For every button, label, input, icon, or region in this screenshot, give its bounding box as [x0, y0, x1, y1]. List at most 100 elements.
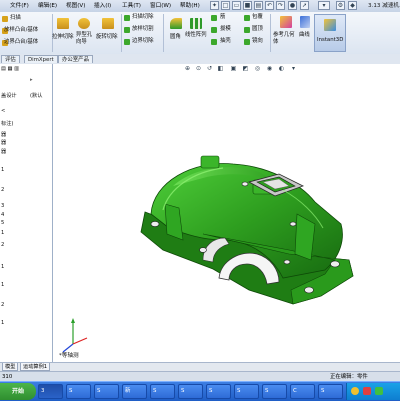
tree-item[interactable]: 器 — [1, 131, 6, 138]
ribbon-separator — [121, 14, 122, 52]
fillet-button[interactable]: 圆角 — [170, 34, 181, 41]
menu-window[interactable]: 窗口(W) — [148, 1, 173, 11]
sweep-cut-button[interactable]: 扫描切除 — [132, 14, 154, 21]
menu-tools[interactable]: 工具(T) — [120, 1, 143, 11]
revolve-cut-button[interactable]: 旋转切除 — [96, 34, 118, 41]
shell-button[interactable]: 抽壳 — [220, 38, 231, 45]
tree-item[interactable]: 标注) — [1, 120, 13, 127]
shell-icon — [211, 39, 217, 45]
linear-pattern-icon[interactable] — [190, 18, 202, 29]
sweep-button[interactable]: 扫描 — [10, 15, 21, 22]
tree-item[interactable]: 1 — [1, 320, 4, 326]
mirror-button[interactable]: 镜向 — [252, 38, 263, 45]
menu-help[interactable]: 帮助(H) — [178, 1, 202, 11]
tree-item[interactable]: 5 — [1, 220, 4, 226]
tree-item[interactable]: 1 — [1, 264, 4, 270]
extrude-cut-icon[interactable] — [57, 18, 69, 29]
print-icon[interactable]: ▤ — [254, 1, 263, 10]
tree-item[interactable]: 2 — [1, 242, 4, 248]
dome-button[interactable]: 圆顶 — [252, 26, 263, 33]
tree-item[interactable]: 4 — [1, 212, 4, 218]
feature-tree-tools[interactable]: ▤ ▦ ▥ — [1, 66, 19, 72]
extrude-cut-button[interactable]: 拉伸切除 — [52, 34, 74, 41]
loft-boss-button[interactable]: 放样凸台/基体 — [4, 27, 38, 34]
pin-icon[interactable]: ✦ — [210, 1, 219, 10]
rib-icon — [211, 15, 217, 21]
tab-motion-study[interactable]: 运动算例1 — [20, 363, 51, 371]
redo-icon[interactable]: ↷ — [276, 1, 285, 10]
tray-icon[interactable] — [363, 387, 371, 395]
tree-item[interactable]: 2 — [1, 302, 4, 308]
save-icon[interactable]: ■ — [243, 1, 252, 10]
menu-insert[interactable]: 插入(I) — [92, 1, 113, 11]
menu-edit[interactable]: 编辑(E) — [36, 1, 59, 11]
linear-pattern-button[interactable]: 线性阵列 — [185, 32, 207, 39]
taskbar-item[interactable]: S — [318, 384, 343, 399]
windows-taskbar: 开始 3 S S 新 S S S S S C S — [0, 381, 400, 401]
instant3d-button[interactable]: Instant3D — [314, 14, 346, 52]
taskbar-item[interactable]: S — [206, 384, 231, 399]
reference-geometry-icon[interactable] — [280, 16, 292, 28]
taskbar-item[interactable]: 3 — [38, 384, 63, 399]
system-tray — [346, 383, 400, 400]
new-document-icon[interactable]: □ — [221, 1, 230, 10]
select-arrow-icon[interactable]: ➚ — [300, 1, 309, 10]
loft-cut-icon — [124, 27, 130, 33]
tree-item[interactable]: 1 — [1, 230, 4, 236]
status-left: 310 — [2, 374, 13, 380]
rebuild-icon[interactable]: ● — [288, 1, 297, 10]
tree-item[interactable]: 1 — [1, 282, 4, 288]
loft-cut-button[interactable]: 放样切割 — [132, 26, 154, 33]
undo-icon[interactable]: ↶ — [265, 1, 274, 10]
curves-button[interactable]: 曲线 — [299, 32, 310, 39]
tray-icon[interactable] — [351, 387, 359, 395]
curves-icon[interactable] — [300, 16, 310, 28]
taskbar-item[interactable]: C — [290, 384, 315, 399]
tab-model[interactable]: 模型 — [2, 363, 19, 371]
view-orientation-label: *等轴测 — [59, 353, 79, 359]
taskbar-item[interactable]: S — [66, 384, 91, 399]
options-dropdown-icon[interactable]: ▾ — [318, 1, 330, 10]
tree-item[interactable]: 3 — [1, 203, 4, 209]
taskbar-item[interactable]: S — [178, 384, 203, 399]
tab-office-products[interactable]: 办公室产品 — [58, 55, 93, 63]
tree-item[interactable]: 1 — [1, 167, 4, 173]
hole-wizard-button[interactable]: 异型孔向导 — [76, 32, 96, 46]
reference-geometry-button[interactable]: 参考几何体 — [273, 32, 297, 46]
tree-item[interactable]: 2 — [1, 187, 4, 193]
tree-item[interactable]: < — [1, 108, 5, 114]
boundary-boss-button[interactable]: 边界凸台/基体 — [4, 39, 38, 46]
part-name[interactable]: 盖设计 — [1, 92, 17, 99]
open-folder-icon[interactable]: ▭ — [232, 1, 241, 10]
boundary-cut-button[interactable]: 边界切除 — [132, 38, 154, 45]
wrap-button[interactable]: 包覆 — [252, 14, 263, 21]
instant3d-label: Instant3D — [317, 37, 344, 43]
draft-button[interactable]: 拔模 — [220, 26, 231, 33]
orientation-triad — [62, 318, 88, 353]
status-editing: 正在编辑：零件 — [330, 374, 368, 380]
hole-wizard-icon[interactable] — [78, 18, 90, 29]
gearbox-cover-model[interactable] — [53, 64, 400, 370]
dome-icon — [244, 27, 250, 33]
tab-evaluate[interactable]: 评估 — [1, 55, 20, 63]
taskbar-item[interactable]: S — [94, 384, 119, 399]
taskbar-item[interactable]: S — [150, 384, 175, 399]
gear-icon[interactable]: ⚙ — [336, 1, 345, 10]
tree-item[interactable]: 器 — [1, 139, 6, 146]
tray-icon[interactable] — [375, 387, 383, 395]
start-button[interactable]: 开始 — [0, 383, 36, 400]
revolve-cut-icon[interactable] — [102, 18, 114, 29]
tree-item[interactable]: 器 — [1, 148, 6, 155]
graphics-area[interactable]: ⊕ ⊙ ↺ ◧ ▣ ◩ ◎ ◉ ◐ ▾ *等轴测 — [53, 64, 400, 370]
fillet-icon[interactable] — [170, 18, 182, 29]
boundary-cut-icon — [124, 39, 130, 45]
tab-dimxpert[interactable]: DimXpert — [24, 55, 58, 63]
rib-button[interactable]: 筋 — [220, 14, 225, 21]
taskbar-item[interactable]: S — [234, 384, 259, 399]
taskbar-item[interactable]: 新 — [122, 384, 147, 399]
taskbar-item[interactable]: S — [262, 384, 287, 399]
panel-collapse-icon[interactable]: ▸ — [30, 77, 33, 83]
rebuild-traffic-icon[interactable]: ◆ — [348, 1, 357, 10]
menu-file[interactable]: 文件(F) — [8, 1, 31, 11]
menu-view[interactable]: 视图(V) — [64, 1, 87, 11]
